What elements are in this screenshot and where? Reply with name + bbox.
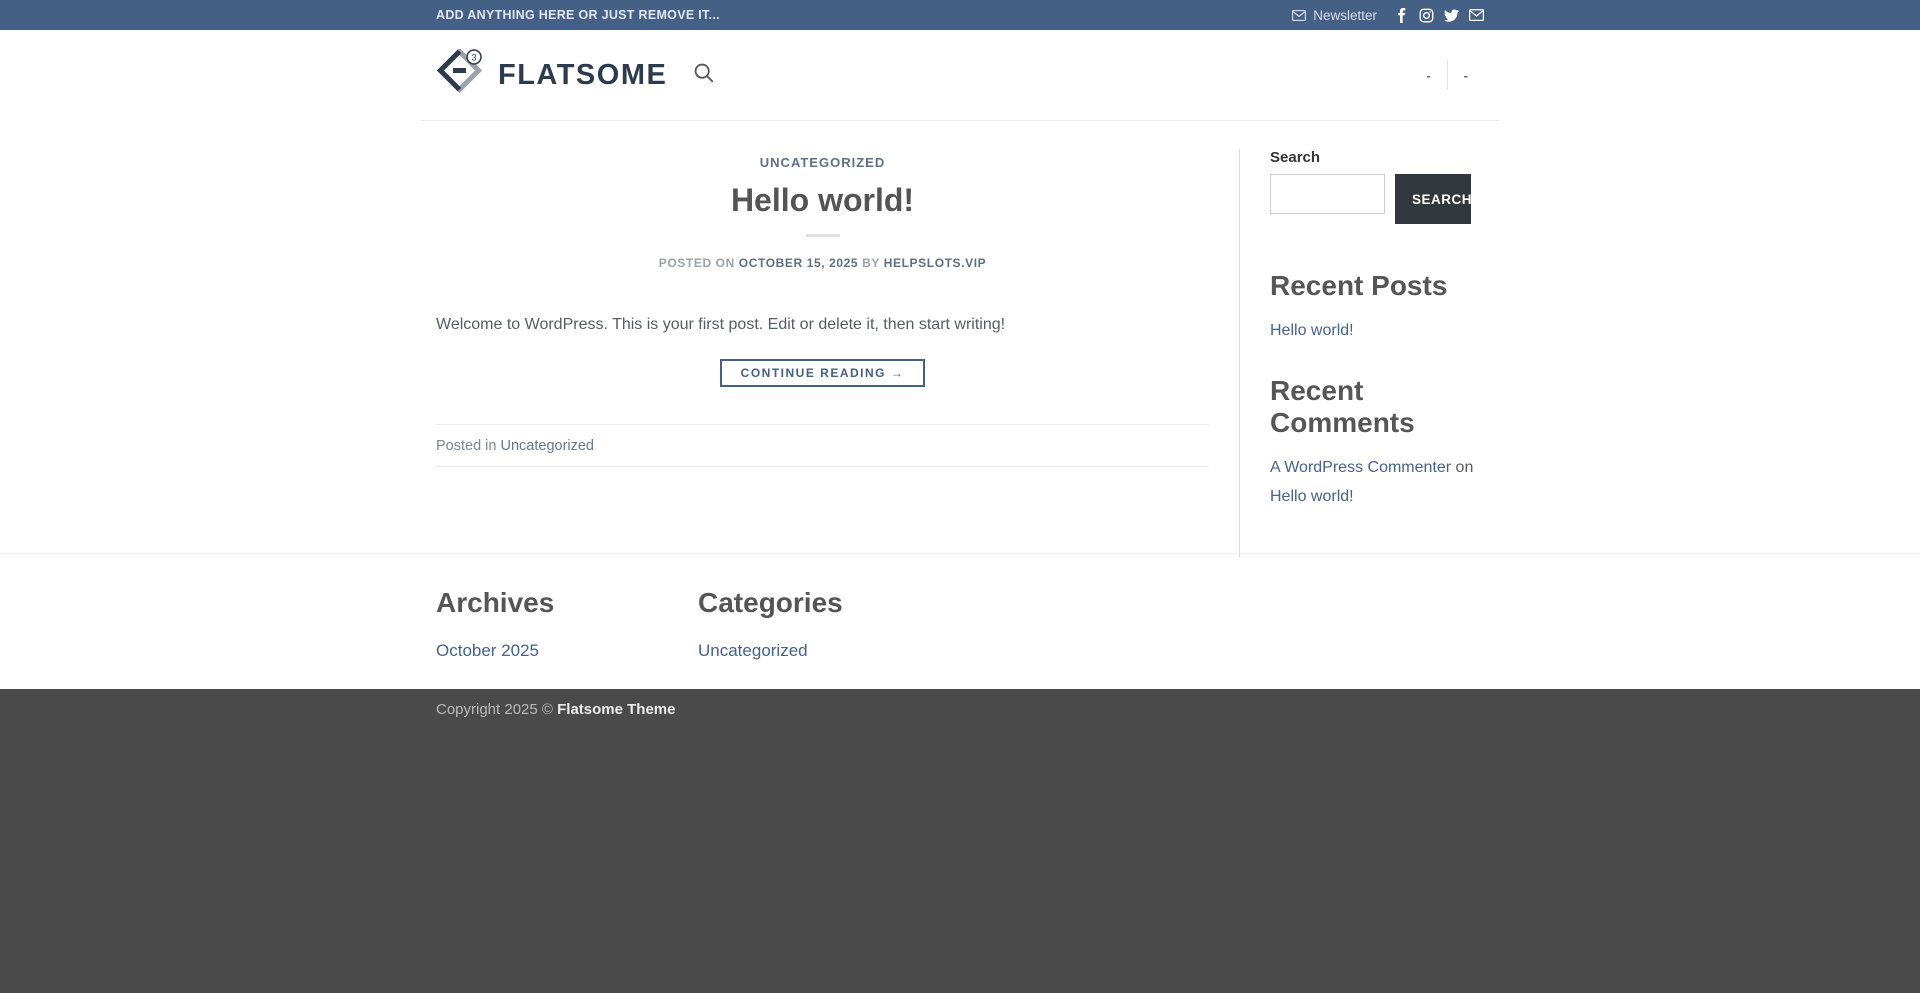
arrow-right-icon: → bbox=[891, 366, 905, 380]
absolute-footer: Copyright 2025 © Flatsome Theme bbox=[0, 689, 1920, 993]
post-date-link[interactable]: OCTOBER 15, 2025 bbox=[739, 256, 858, 270]
title-divider bbox=[806, 234, 840, 237]
logo-badge-3: 3 bbox=[471, 52, 476, 62]
post-meta: POSTED ON OCTOBER 15, 2025 BY HELPSLOTS.… bbox=[436, 256, 1209, 270]
sidebar-search-input[interactable] bbox=[1270, 174, 1385, 214]
header-search-toggle[interactable] bbox=[693, 62, 715, 89]
comment-author-link[interactable]: A WordPress Commenter bbox=[1270, 459, 1451, 476]
envelope-icon bbox=[1292, 10, 1306, 21]
nav-item-1[interactable]: - bbox=[1410, 68, 1446, 83]
top-bar: ADD ANYTHING HERE OR JUST REMOVE IT... N… bbox=[0, 0, 1920, 30]
search-icon bbox=[693, 62, 715, 89]
recent-posts-title: Recent Posts bbox=[1270, 270, 1484, 302]
newsletter-label: Newsletter bbox=[1313, 8, 1377, 23]
posted-in-category-link[interactable]: Uncategorized bbox=[501, 438, 595, 454]
flatsome-logo-mark-icon: 3 bbox=[436, 49, 486, 102]
post-article: UNCATEGORIZED Hello world! POSTED ON OCT… bbox=[436, 121, 1239, 553]
post-category: UNCATEGORIZED bbox=[436, 154, 1209, 172]
categories-widget: Categories Uncategorized bbox=[698, 587, 960, 661]
nav-item-2[interactable]: - bbox=[1448, 68, 1484, 83]
posted-in-line: Posted in Uncategorized bbox=[436, 425, 1209, 466]
archives-title: Archives bbox=[436, 587, 698, 619]
recent-post-link[interactable]: Hello world! bbox=[1270, 322, 1354, 339]
facebook-icon[interactable] bbox=[1393, 7, 1409, 23]
topbar-message: ADD ANYTHING HERE OR JUST REMOVE IT... bbox=[436, 8, 720, 22]
continue-reading-button[interactable]: CONTINUE READING → bbox=[720, 359, 926, 387]
recent-posts-widget: Recent Posts Hello world! bbox=[1270, 270, 1484, 346]
category-link[interactable]: UNCATEGORIZED bbox=[760, 155, 885, 170]
categories-title: Categories bbox=[698, 587, 960, 619]
footer-empty-col-1 bbox=[960, 587, 1222, 661]
logo-text: FLATSOME bbox=[498, 59, 667, 92]
email-icon[interactable] bbox=[1468, 7, 1484, 23]
twitter-icon[interactable] bbox=[1443, 7, 1459, 23]
post-excerpt: Welcome to WordPress. This is your first… bbox=[436, 313, 1209, 337]
posted-on-label: POSTED ON bbox=[659, 256, 735, 270]
category-footer-link[interactable]: Uncategorized bbox=[698, 641, 808, 660]
comment-post-link[interactable]: Hello world! bbox=[1270, 488, 1354, 505]
copyright-line: Copyright 2025 © Flatsome Theme bbox=[436, 701, 1484, 718]
site-header: 3 FLATSOME - - bbox=[0, 30, 1920, 121]
social-links bbox=[1393, 7, 1484, 23]
main-content: UNCATEGORIZED Hello world! POSTED ON OCT… bbox=[0, 121, 1920, 553]
sidebar-search-label: Search bbox=[1270, 149, 1484, 166]
archives-widget: Archives October 2025 bbox=[436, 587, 698, 661]
recent-comments-title: Recent Comments bbox=[1270, 375, 1484, 439]
newsletter-link[interactable]: Newsletter bbox=[1292, 8, 1377, 23]
recent-comments-widget: Recent Comments A WordPress Commenter on… bbox=[1270, 375, 1484, 512]
header-nav: - - bbox=[1410, 60, 1484, 90]
archive-link[interactable]: October 2025 bbox=[436, 641, 539, 660]
recent-comment-item: A WordPress Commenter on Hello world! bbox=[1270, 453, 1484, 512]
post-author-link[interactable]: HELPSLOTS.VIP bbox=[884, 256, 986, 270]
footer-empty-col-2 bbox=[1222, 587, 1484, 661]
instagram-icon[interactable] bbox=[1418, 7, 1434, 23]
sidebar-search-button[interactable]: SEARCH bbox=[1395, 174, 1471, 224]
post-divider-bottom bbox=[436, 466, 1209, 467]
footer-widgets: Archives October 2025 Categories Uncateg… bbox=[0, 553, 1920, 689]
copyright-brand: Flatsome Theme bbox=[557, 701, 675, 718]
by-label: BY bbox=[862, 256, 880, 270]
post-title: Hello world! bbox=[436, 182, 1209, 219]
sidebar: Search SEARCH Recent Posts Hello world! … bbox=[1239, 149, 1484, 557]
site-logo[interactable]: 3 FLATSOME bbox=[436, 49, 667, 102]
